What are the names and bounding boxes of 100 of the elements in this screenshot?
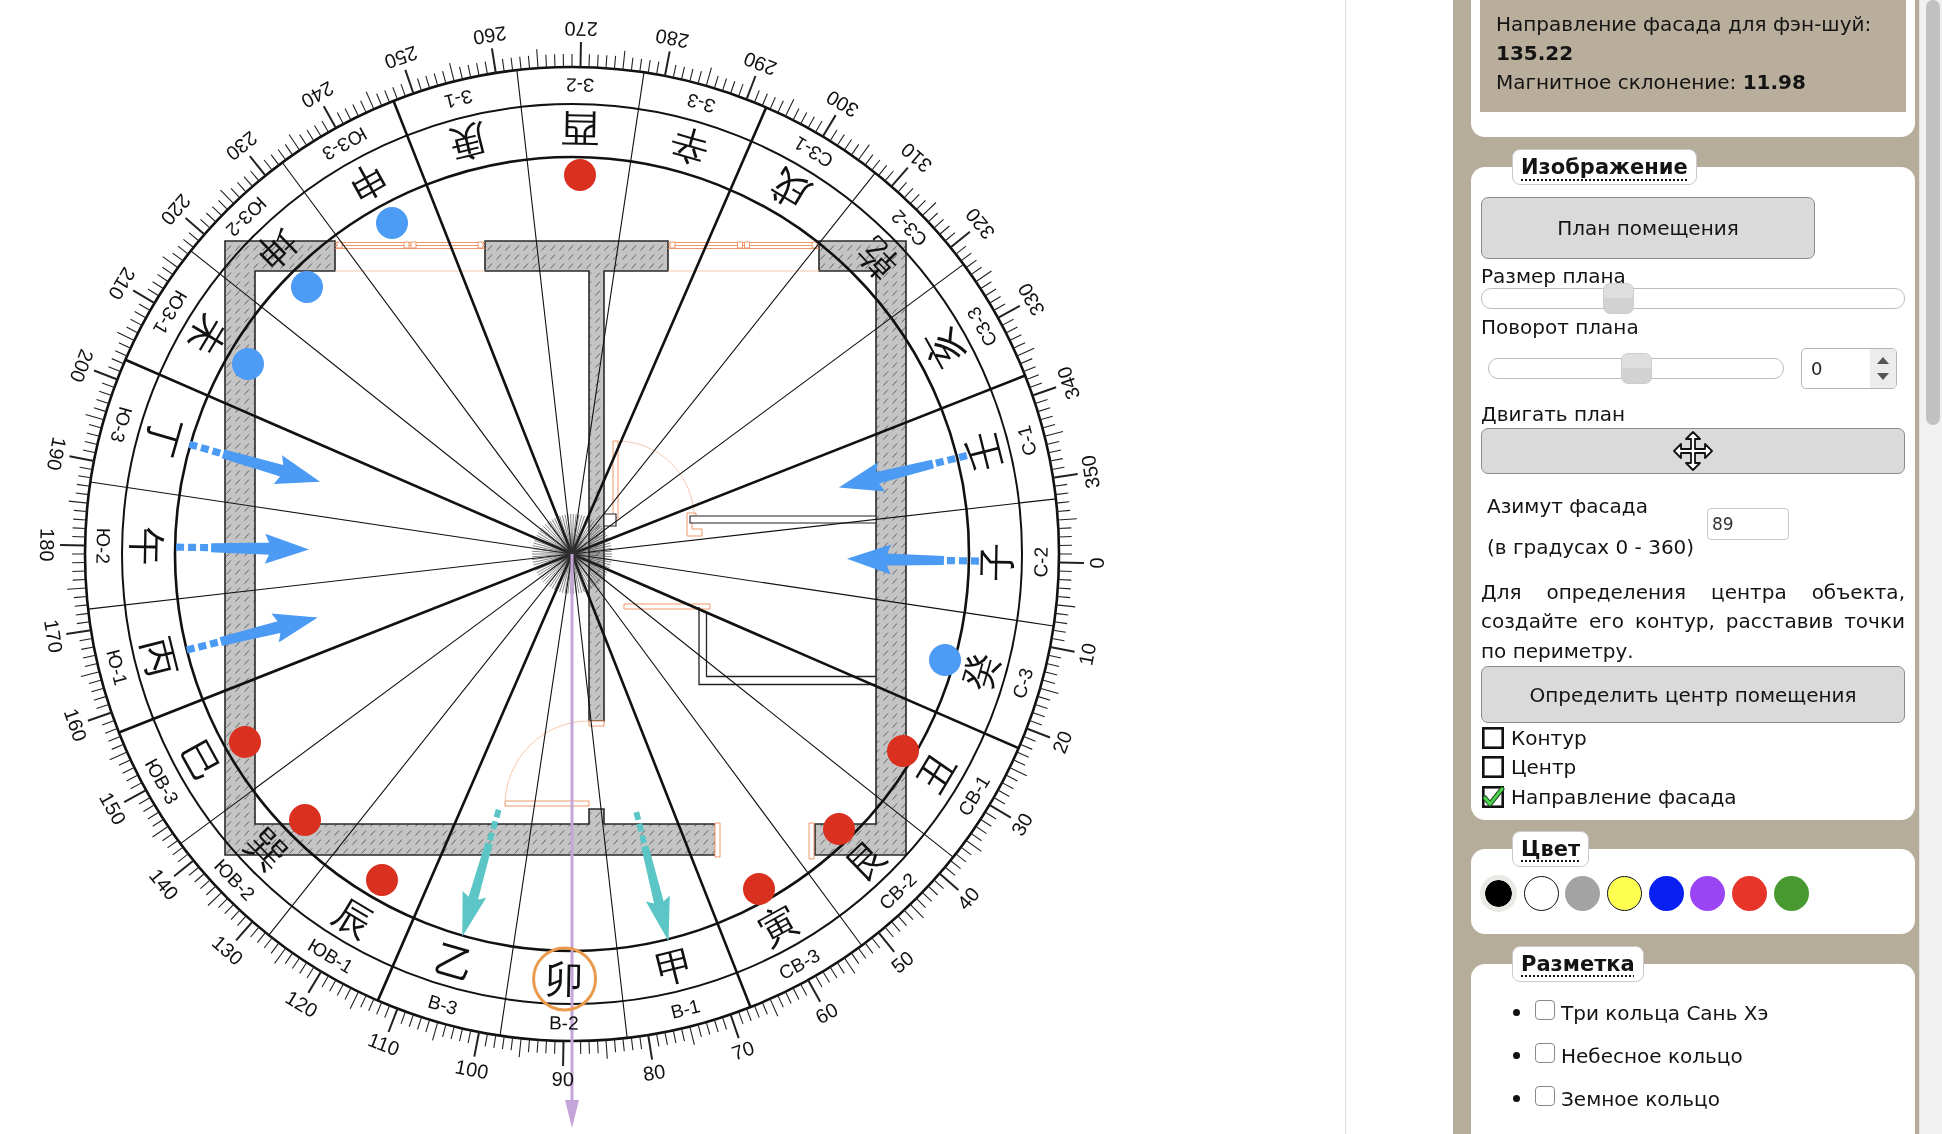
degree-label: 310 bbox=[896, 138, 937, 178]
mountain-character: 巳 bbox=[172, 733, 228, 787]
degree-label: 10 bbox=[1074, 641, 1101, 668]
mountain-character: 卯 bbox=[545, 957, 584, 1001]
rotation-slider[interactable] bbox=[1488, 353, 1784, 384]
scrollbar[interactable] bbox=[1919, 0, 1942, 1134]
mountain-character: 辛 bbox=[665, 120, 714, 171]
mountain-character: 癸 bbox=[955, 647, 1006, 696]
color-swatch[interactable] bbox=[1773, 876, 1809, 911]
mountain-character: 丙 bbox=[134, 633, 185, 681]
mountain-character: 寅 bbox=[751, 898, 805, 954]
caret-up-icon[interactable] bbox=[1877, 357, 1889, 365]
sector-label: С-2 bbox=[1030, 546, 1052, 578]
checkbox[interactable] bbox=[1535, 1042, 1555, 1063]
sector-label: В-2 bbox=[548, 1012, 579, 1034]
degree-label: 170 bbox=[40, 617, 67, 655]
azimuth-input[interactable]: 89 bbox=[1707, 508, 1789, 540]
degree-label: 320 bbox=[960, 203, 1000, 244]
degree-label: 220 bbox=[156, 189, 196, 230]
azimuth-hint: (в градусах 0 - 360) bbox=[1487, 536, 1695, 558]
degree-label: 250 bbox=[381, 41, 421, 74]
degree-label: 350 bbox=[1077, 453, 1104, 491]
section-legend[interactable]: Цвет bbox=[1512, 830, 1590, 867]
degree-label: 210 bbox=[103, 263, 140, 304]
degree-label: 110 bbox=[365, 1028, 403, 1061]
color-swatch[interactable] bbox=[1607, 876, 1643, 911]
sector-label: В-1 bbox=[668, 995, 703, 1023]
color-swatch[interactable] bbox=[1732, 876, 1768, 911]
degree-label: 330 bbox=[1013, 279, 1049, 320]
degree-label: 340 bbox=[1052, 363, 1085, 403]
checkbox[interactable] bbox=[1481, 755, 1505, 780]
color-swatch[interactable] bbox=[1648, 876, 1684, 911]
move-label: Двигать план bbox=[1481, 403, 1626, 425]
degree-label: 90 bbox=[551, 1067, 575, 1091]
mountain-character: 丑 bbox=[908, 745, 965, 800]
size-label: Размер плана bbox=[1481, 265, 1626, 287]
slider-thumb[interactable] bbox=[1620, 353, 1652, 384]
bullet-icon bbox=[1513, 1052, 1520, 1059]
color-swatch[interactable] bbox=[1565, 876, 1601, 911]
bullet-icon bbox=[1513, 1095, 1520, 1102]
caret-down-icon[interactable] bbox=[1877, 372, 1889, 380]
markup-item-label: Три кольца Сань Хэ bbox=[1561, 1000, 1769, 1025]
mountain-character: 午 bbox=[125, 527, 169, 566]
checkbox[interactable] bbox=[1481, 725, 1505, 750]
degree-label: 0 bbox=[1085, 557, 1108, 569]
color-swatch[interactable] bbox=[1523, 876, 1559, 911]
color-swatch[interactable] bbox=[1690, 876, 1726, 911]
degree-label: 80 bbox=[641, 1059, 667, 1086]
degree-label: 70 bbox=[728, 1036, 757, 1065]
degree-label: 230 bbox=[221, 126, 262, 166]
degree-label: 140 bbox=[144, 864, 184, 905]
sector-label: З-2 bbox=[565, 74, 595, 96]
sector-label: З-1 bbox=[442, 85, 475, 113]
degree-label: 290 bbox=[740, 47, 780, 81]
move-button[interactable] bbox=[1481, 428, 1905, 474]
move-icon bbox=[1673, 431, 1713, 471]
checkbox-label: Центр bbox=[1511, 755, 1577, 780]
degree-label: 50 bbox=[886, 946, 918, 978]
mountain-character: 丁 bbox=[138, 412, 189, 461]
declination-text: Магнитное склонение: 11.98 bbox=[1496, 69, 1807, 96]
degree-label: 190 bbox=[42, 435, 71, 473]
checkbox[interactable] bbox=[1535, 999, 1555, 1020]
section-legend[interactable]: Разметка bbox=[1512, 945, 1644, 982]
sector-label: Ю-3 bbox=[106, 404, 137, 445]
mountain-character: 申 bbox=[339, 154, 393, 210]
mountain-character: 壬 bbox=[959, 427, 1010, 475]
sector-label: В-3 bbox=[425, 990, 460, 1019]
checkbox-label: Направление фасада bbox=[1511, 784, 1737, 809]
spinner[interactable] bbox=[1870, 349, 1896, 388]
checkbox[interactable] bbox=[1535, 1085, 1555, 1106]
mountain-character: 甲 bbox=[651, 941, 699, 992]
markup-item-label: Небесное кольцо bbox=[1561, 1043, 1743, 1068]
degree-label: 300 bbox=[822, 85, 863, 122]
mountain-character: 庚 bbox=[445, 116, 493, 167]
scrollbar-thumb[interactable] bbox=[1926, 0, 1940, 425]
center-button[interactable]: Определить центр помещения bbox=[1481, 666, 1905, 723]
degree-label: 200 bbox=[65, 346, 99, 386]
checkbox-label: Контур bbox=[1511, 725, 1587, 750]
mountain-character: 乙 bbox=[430, 937, 479, 988]
rotation-input[interactable]: 0 bbox=[1801, 348, 1897, 389]
degree-label: 120 bbox=[281, 986, 322, 1023]
mountain-character: 子 bbox=[975, 542, 1019, 581]
sector-label: С-1 bbox=[1013, 423, 1041, 458]
degree-label: 130 bbox=[207, 930, 248, 970]
degree-label: 60 bbox=[811, 998, 842, 1029]
section-legend[interactable]: Изображение bbox=[1512, 149, 1697, 185]
sector-label: Ю-2 bbox=[92, 527, 114, 565]
checkbox[interactable] bbox=[1481, 784, 1505, 809]
rotation-label: Поворот плана bbox=[1481, 316, 1639, 338]
mountain-character: 未 bbox=[179, 308, 236, 363]
degree-label: 280 bbox=[653, 24, 691, 53]
slider-thumb[interactable] bbox=[1602, 283, 1634, 314]
sector-label: С-3 bbox=[1008, 665, 1038, 701]
mountain-character: 亥 bbox=[916, 321, 972, 375]
bullet-icon bbox=[1513, 1009, 1520, 1016]
markup-item-label: Земное кольцо bbox=[1561, 1086, 1720, 1111]
plan-button[interactable]: План помещения bbox=[1481, 197, 1815, 259]
help-text: Для определения центра объекта, создайте его контур, расставив точки по периметру. bbox=[1481, 578, 1905, 665]
degree-label: 240 bbox=[297, 77, 338, 113]
degree-label: 180 bbox=[35, 527, 59, 562]
